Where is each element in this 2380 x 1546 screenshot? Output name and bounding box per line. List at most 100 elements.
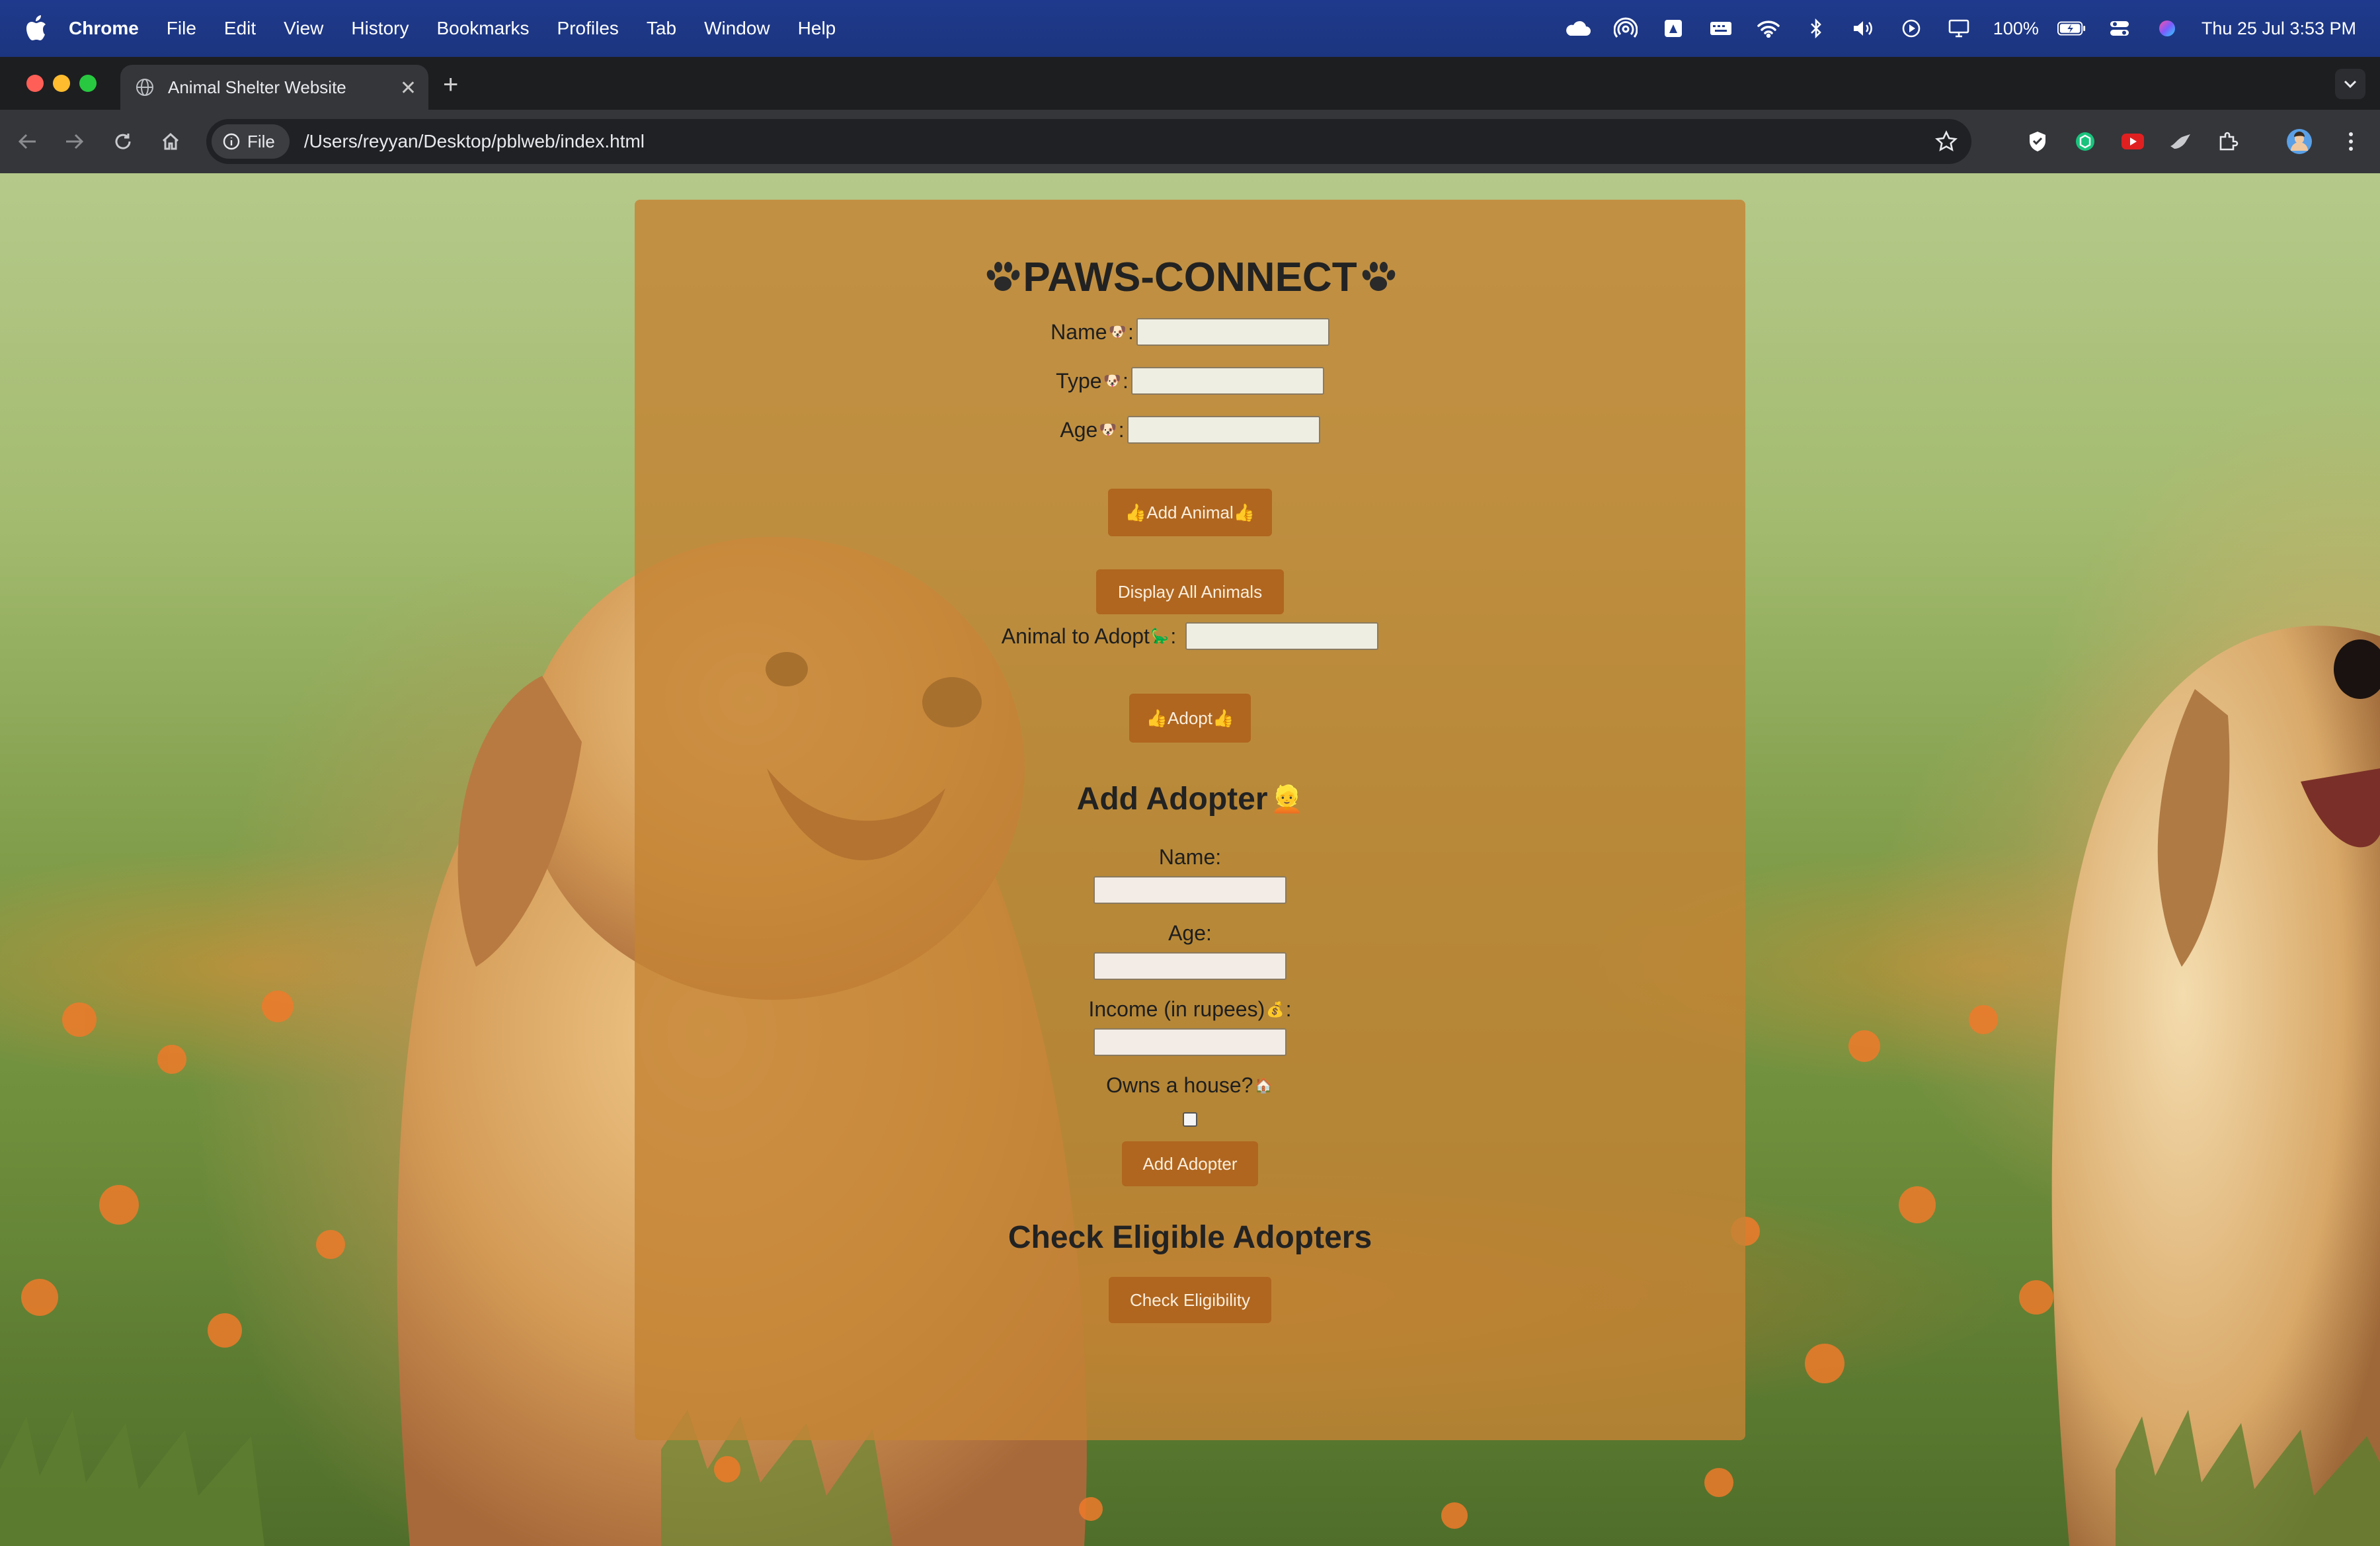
animal-to-adopt-label: Animal to Adopt <box>1001 624 1150 648</box>
menu-app-name[interactable]: Chrome <box>69 18 139 39</box>
profile-avatar[interactable] <box>2285 127 2314 156</box>
menu-profiles[interactable]: Profiles <box>557 18 619 39</box>
dog-face-icon: 🐶 <box>1103 372 1121 389</box>
browser-toolbar: File /Users/reyyan/Desktop/pblweb/index.… <box>0 110 2380 173</box>
youtube-extension-icon[interactable] <box>2118 127 2147 156</box>
reload-icon <box>115 134 131 149</box>
bluetooth-icon[interactable] <box>1802 17 1831 40</box>
keyboard-icon[interactable] <box>1706 17 1735 40</box>
home-button[interactable] <box>156 127 185 156</box>
shelter-form-panel: PAWS-CONNECT Name 🐶 : Type 🐶 : Age 🐶: 👍… <box>635 200 1745 1440</box>
back-button[interactable] <box>13 127 42 156</box>
menu-window[interactable]: Window <box>704 18 770 39</box>
bookmark-star-icon[interactable] <box>1934 130 1958 153</box>
shield-extension-icon[interactable] <box>2023 127 2052 156</box>
check-eligibility-button[interactable]: Check Eligibility <box>1109 1277 1271 1323</box>
reload-button[interactable] <box>108 127 138 156</box>
money-bag-icon: 💰 <box>1266 1000 1285 1018</box>
window-zoom-button[interactable] <box>79 75 97 92</box>
new-tab-button[interactable]: + <box>443 70 458 100</box>
menu-edit[interactable]: Edit <box>224 18 256 39</box>
menu-tab[interactable]: Tab <box>647 18 676 39</box>
page-title-row: PAWS-CONNECT <box>982 254 1398 301</box>
tab-close-icon[interactable]: ✕ <box>400 77 416 100</box>
colon: : <box>1170 624 1177 648</box>
page-title: PAWS-CONNECT <box>1023 255 1357 300</box>
animal-age-row: Age 🐶 : <box>1060 416 1320 444</box>
menu-file[interactable]: File <box>167 18 196 39</box>
animal-name-label: Name <box>1051 319 1107 344</box>
colon: : <box>1118 417 1125 442</box>
status-area: 100% Thu 25 Jul 3:53 PM <box>1545 0 2356 57</box>
paw-print-icon <box>1362 261 1395 291</box>
adopter-name-label: Name: <box>1158 845 1222 869</box>
cloud-icon[interactable] <box>1564 17 1593 40</box>
display-icon[interactable] <box>1944 17 1973 40</box>
adopter-age-input[interactable] <box>1093 952 1287 980</box>
colon: : <box>1127 319 1134 344</box>
volume-icon[interactable] <box>1849 17 1878 40</box>
site-info-label: File <box>247 131 275 151</box>
adopter-name-input[interactable] <box>1093 876 1287 904</box>
chevron-down-icon <box>2344 80 2357 89</box>
globe-icon <box>136 79 153 96</box>
play-circle-icon[interactable] <box>1897 17 1926 40</box>
dog-face-icon: 🐶 <box>1108 323 1127 340</box>
animal-age-label: Age <box>1060 417 1098 442</box>
window-close-button[interactable] <box>26 75 44 92</box>
airdrop-icon[interactable] <box>1611 17 1640 40</box>
add-adopter-button[interactable]: Add Adopter <box>1122 1141 1258 1186</box>
address-bar[interactable]: File /Users/reyyan/Desktop/pblweb/index.… <box>206 119 1971 164</box>
menu-datetime[interactable]: Thu 25 Jul 3:53 PM <box>2202 19 2356 39</box>
window-minimize-button[interactable] <box>53 75 70 92</box>
adopter-age-label: Age: <box>1168 921 1212 945</box>
bird-extension-icon[interactable] <box>2166 127 2195 156</box>
add-adopter-heading: Add Adopter <box>1076 782 1268 817</box>
owns-house-checkbox[interactable] <box>1183 1112 1197 1127</box>
animal-type-label: Type <box>1056 368 1102 393</box>
menu-history[interactable]: History <box>351 18 409 39</box>
colon: : <box>1122 368 1129 393</box>
animal-age-input[interactable] <box>1127 416 1320 444</box>
chatgpt-extension-icon[interactable] <box>2071 127 2100 156</box>
adopt-button[interactable]: 👍Adopt👍 <box>1129 694 1251 743</box>
owns-house-label: Owns a house? <box>1106 1073 1253 1097</box>
control-center-icon[interactable] <box>2105 17 2134 40</box>
forward-button[interactable] <box>60 127 89 156</box>
tab-title: Animal Shelter Website <box>168 77 346 97</box>
display-all-animals-button[interactable]: Display All Animals <box>1096 569 1284 614</box>
siri-icon[interactable] <box>2153 17 2182 40</box>
drive-icon[interactable] <box>1659 17 1688 40</box>
info-icon <box>223 133 240 150</box>
adopter-income-label-row: Income (in rupees) 💰 : <box>1088 997 1291 1022</box>
animal-name-input[interactable] <box>1136 318 1329 346</box>
check-eligible-heading: Check Eligible Adopters <box>1008 1220 1372 1255</box>
page-viewport: PAWS-CONNECT Name 🐶 : Type 🐶 : Age 🐶: 👍… <box>0 173 2380 1546</box>
tab-search-button[interactable] <box>2335 69 2365 99</box>
paw-print-icon <box>987 261 1020 291</box>
colon: : <box>1285 997 1292 1021</box>
adopter-income-input[interactable] <box>1093 1028 1287 1056</box>
site-info-chip[interactable]: File <box>212 124 290 159</box>
apple-logo-icon[interactable] <box>25 15 48 42</box>
adopter-income-label: Income (in rupees) <box>1088 997 1265 1021</box>
dinosaur-icon: 🦕 <box>1150 628 1170 644</box>
macos-menu-bar: Chrome File Edit View History Bookmarks … <box>0 0 2380 57</box>
dog-face-icon: 🐶 <box>1099 421 1117 438</box>
url-text[interactable]: /Users/reyyan/Desktop/pblweb/index.html <box>304 131 645 152</box>
animal-name-row: Name 🐶 : <box>1051 318 1329 346</box>
menu-help[interactable]: Help <box>798 18 836 39</box>
animal-type-input[interactable] <box>1130 367 1324 395</box>
browser-tab-active[interactable]: Animal Shelter Website ✕ <box>120 65 428 110</box>
battery-icon[interactable] <box>2057 17 2086 40</box>
battery-percent: 100% <box>1993 18 2039 38</box>
animal-to-adopt-input[interactable] <box>1185 622 1379 650</box>
arrow-left-icon <box>18 134 36 149</box>
kebab-menu-icon[interactable] <box>2336 127 2365 156</box>
menu-bookmarks[interactable]: Bookmarks <box>436 18 529 39</box>
owns-house-label-row: Owns a house? 🏠 <box>1106 1073 1274 1098</box>
menu-view[interactable]: View <box>284 18 323 39</box>
extensions-puzzle-icon[interactable] <box>2213 127 2242 156</box>
wifi-icon[interactable] <box>1754 17 1783 40</box>
add-animal-button[interactable]: 👍Add Animal👍 <box>1108 489 1272 536</box>
